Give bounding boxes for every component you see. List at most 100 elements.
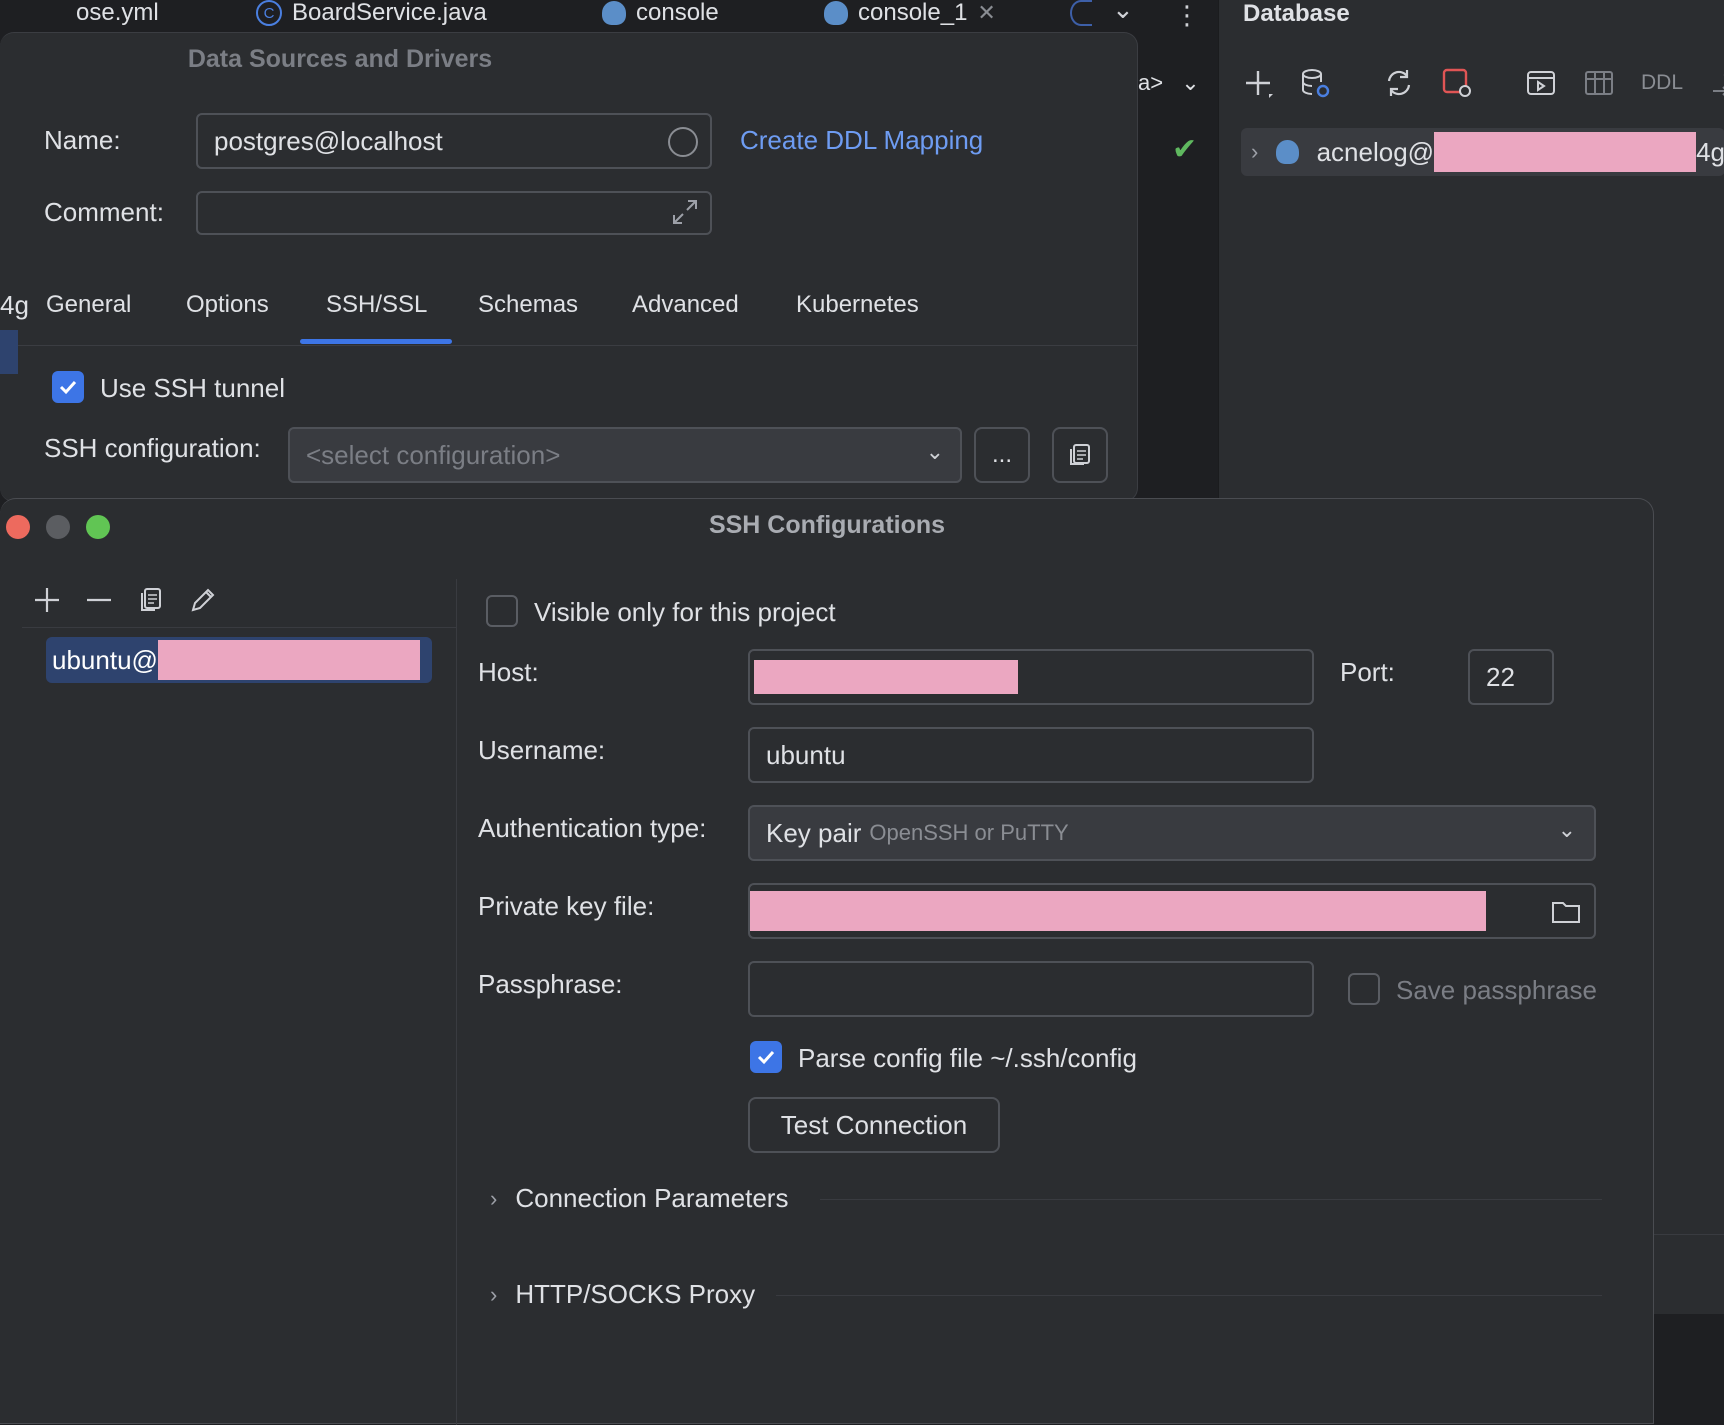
editor-tab-active[interactable]: console_1 ✕ bbox=[824, 0, 996, 26]
chevron-down-icon: ⌄ bbox=[1557, 817, 1576, 842]
host-label: Host: bbox=[478, 657, 539, 687]
chevron-right-icon[interactable]: › bbox=[1251, 139, 1258, 165]
ssh-configuration-select[interactable]: <select configuration> ⌄ bbox=[288, 427, 962, 483]
auth-type-select[interactable]: Key pair OpenSSH or PuTTY ⌄ bbox=[748, 805, 1596, 861]
chevron-down-icon: ⌄ bbox=[1181, 70, 1200, 95]
list-item-label: ubuntu@ bbox=[52, 644, 158, 675]
checkmark-icon bbox=[59, 380, 77, 395]
more-options-label: ... bbox=[991, 441, 1012, 468]
postgres-icon bbox=[602, 1, 626, 25]
section-divider bbox=[776, 1295, 1602, 1296]
http-socks-proxy-section[interactable]: › HTTP/SOCKS Proxy bbox=[490, 1279, 755, 1310]
passphrase-field[interactable] bbox=[748, 961, 1314, 1017]
add-icon[interactable] bbox=[1243, 67, 1273, 99]
host-field[interactable] bbox=[748, 649, 1314, 705]
remove-icon[interactable] bbox=[82, 583, 116, 617]
console-icon[interactable] bbox=[1525, 67, 1557, 99]
active-tab-indicator bbox=[300, 339, 452, 344]
editor-tab[interactable]: C BoardService.java bbox=[256, 0, 487, 26]
list-toolbar-divider bbox=[22, 627, 456, 628]
tree-item-label: acnelog@ bbox=[1316, 136, 1435, 167]
folder-icon[interactable] bbox=[1550, 895, 1582, 934]
save-passphrase-label: Save passphrase bbox=[1396, 975, 1597, 1005]
data-source-list-item-text: 4g bbox=[0, 290, 29, 320]
username-label: Username: bbox=[478, 735, 606, 765]
test-connection-button[interactable]: Test Connection bbox=[748, 1097, 1000, 1153]
tab-kubernetes[interactable]: Kubernetes bbox=[796, 291, 919, 319]
username-value: ubuntu bbox=[766, 739, 846, 770]
copy-icon[interactable] bbox=[134, 583, 168, 617]
editor-tab-label: BoardService.java bbox=[292, 0, 487, 26]
background-window-edge bbox=[1654, 1234, 1724, 1314]
jump-to-source-icon[interactable] bbox=[1709, 67, 1724, 99]
chevron-down-icon: ⌄ bbox=[925, 439, 944, 464]
postgres-icon bbox=[824, 1, 848, 25]
tab-advanced[interactable]: Advanced bbox=[632, 291, 739, 319]
copy-config-button[interactable] bbox=[1052, 427, 1108, 483]
editor-tab-label: console_1 bbox=[858, 0, 968, 26]
passphrase-label: Passphrase: bbox=[478, 969, 623, 999]
tab-options[interactable]: Options bbox=[186, 291, 269, 319]
chevron-down-icon[interactable]: ⌄ bbox=[1112, 0, 1134, 25]
editor-tab[interactable]: console bbox=[602, 0, 719, 26]
ssh-configuration-placeholder: <select configuration> bbox=[306, 439, 561, 470]
parse-config-label: Parse config file ~/.ssh/config bbox=[798, 1043, 1137, 1073]
private-key-field[interactable] bbox=[748, 883, 1596, 939]
ssh-configurations-dialog: SSH Configurations ubuntu@ Visible only … bbox=[0, 498, 1654, 1425]
edit-icon[interactable] bbox=[186, 583, 220, 617]
tab-schemas[interactable]: Schemas bbox=[478, 291, 578, 319]
port-value: 22 bbox=[1486, 661, 1515, 692]
data-source-list-selection bbox=[0, 330, 18, 374]
checkmark-icon bbox=[757, 1050, 775, 1065]
java-class-icon: C bbox=[256, 0, 282, 26]
data-sources-dialog: Data Sources and Drivers Name: postgres@… bbox=[0, 32, 1138, 502]
visible-only-checkbox[interactable] bbox=[486, 595, 518, 627]
redacted-text bbox=[754, 660, 1018, 694]
ssh-config-list-item[interactable]: ubuntu@ bbox=[46, 637, 432, 683]
tree-item-data-source[interactable]: › acnelog@ 4g bbox=[1241, 128, 1724, 176]
comment-field[interactable] bbox=[196, 191, 712, 235]
database-toolbar: DDL bbox=[1219, 58, 1724, 108]
dialog-title: Data Sources and Drivers bbox=[187, 45, 493, 73]
comment-label: Comment: bbox=[44, 197, 164, 227]
color-picker-icon[interactable] bbox=[668, 127, 698, 157]
postgres-icon bbox=[1276, 140, 1299, 164]
test-connection-label: Test Connection bbox=[780, 1109, 968, 1140]
section-label: Connection Parameters bbox=[515, 1183, 789, 1213]
table-icon[interactable] bbox=[1583, 67, 1615, 99]
tab-ssh-ssl[interactable]: SSH/SSL bbox=[326, 291, 427, 319]
dialog-title: SSH Configurations bbox=[708, 511, 946, 539]
schema-combo[interactable]: a> ⌄ bbox=[1138, 70, 1200, 96]
more-options-button[interactable]: ... bbox=[974, 427, 1030, 483]
redacted-text bbox=[750, 891, 1486, 931]
auth-type-label: Authentication type: bbox=[478, 813, 707, 843]
port-field[interactable]: 22 bbox=[1468, 649, 1554, 705]
chevron-right-icon: › bbox=[490, 1185, 498, 1211]
parse-config-checkbox[interactable] bbox=[750, 1041, 782, 1073]
disconnect-icon[interactable] bbox=[1441, 67, 1473, 99]
name-field[interactable]: postgres@localhost bbox=[196, 113, 712, 169]
section-label: HTTP/SOCKS Proxy bbox=[515, 1279, 756, 1309]
data-source-properties-icon[interactable] bbox=[1299, 67, 1331, 99]
tab-divider bbox=[0, 345, 1138, 346]
save-passphrase-checkbox[interactable] bbox=[1348, 973, 1380, 1005]
connection-parameters-section[interactable]: › Connection Parameters bbox=[490, 1183, 788, 1214]
panel-splitter[interactable] bbox=[456, 579, 457, 1425]
ddl-button[interactable]: DDL bbox=[1641, 71, 1683, 95]
use-ssh-checkbox[interactable] bbox=[52, 371, 84, 403]
add-icon[interactable] bbox=[30, 583, 64, 617]
tree-item-suffix: 4g bbox=[1696, 136, 1724, 167]
create-ddl-mapping-link[interactable]: Create DDL Mapping bbox=[740, 125, 983, 156]
panel-title: Database bbox=[1243, 0, 1350, 27]
copy-icon bbox=[1070, 444, 1090, 465]
more-vertical-icon[interactable]: ⋮ bbox=[1174, 0, 1200, 31]
refresh-icon[interactable] bbox=[1383, 67, 1415, 99]
username-field[interactable]: ubuntu bbox=[748, 727, 1314, 783]
background-window-edge bbox=[1654, 1314, 1724, 1424]
ssh-configuration-label: SSH configuration: bbox=[44, 433, 261, 463]
editor-tab[interactable]: ose.yml bbox=[76, 0, 159, 26]
auth-type-hint: OpenSSH or PuTTY bbox=[869, 820, 1069, 845]
close-icon[interactable]: ✕ bbox=[977, 0, 995, 26]
expand-icon[interactable] bbox=[670, 197, 700, 234]
tab-general[interactable]: General bbox=[46, 291, 131, 319]
